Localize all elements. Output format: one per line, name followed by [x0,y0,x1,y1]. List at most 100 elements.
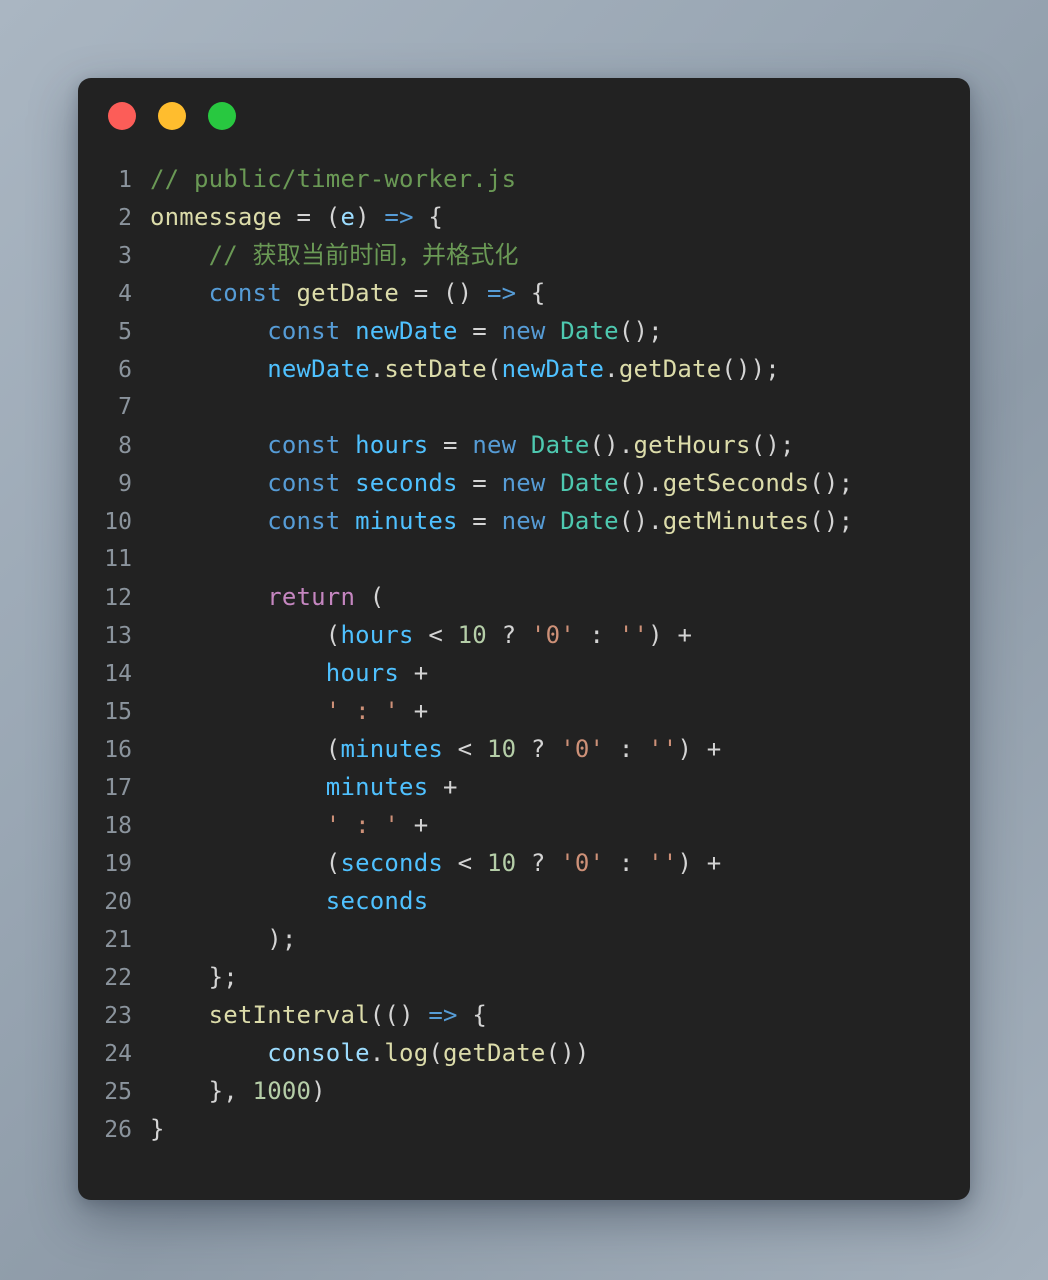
code-token-pln: : [604,735,649,763]
code-line-source: (seconds < 10 ? '0' : '') + [150,844,721,882]
code-token-pln: ? [516,735,561,763]
code-line-source: (hours < 10 ? '0' : '') + [150,616,692,654]
code-token-pln: (). [618,469,663,497]
code-line[interactable]: 11 [78,540,970,578]
code-token-pln: = [281,203,326,231]
code-line[interactable]: 18 ' : ' + [78,806,970,844]
code-line[interactable]: 23 setInterval(() => { [78,996,970,1034]
code-token-str: '0' [560,735,605,763]
code-token-pln: { [413,203,444,231]
code-token-str: '0' [530,621,575,649]
code-line-source: (minutes < 10 ? '0' : '') + [150,730,721,768]
close-button[interactable] [108,102,136,130]
code-line-source: const getDate = () => { [150,274,546,312]
code-token-com: // public/timer-worker.js [150,165,517,193]
code-line[interactable]: 26} [78,1110,970,1148]
code-token-var2: seconds [325,887,429,915]
code-line[interactable]: 9 const seconds = new Date().getSeconds(… [78,464,970,502]
code-line[interactable]: 25 }, 1000) [78,1072,970,1110]
code-line[interactable]: 22 }; [78,958,970,996]
code-token-pln: (); [750,431,795,459]
code-token-var2: newDate [267,355,370,383]
code-token-var2: seconds [355,469,458,497]
code-line[interactable]: 1 // public/timer-worker.js [78,160,970,198]
code-token-str: '' [648,735,678,763]
code-token-num: 10 [486,735,517,763]
code-line[interactable]: 16 (minutes < 10 ? '0' : '') + [78,730,970,768]
code-token-ctl: return [267,583,356,611]
code-line-source: // 获取当前时间，并格式化 [150,236,519,274]
code-token-var2: minutes [340,735,443,763]
code-token-fn: getMinutes [662,507,810,535]
line-number: 7 [118,394,132,420]
code-token-pln: ( [150,621,341,649]
minimize-button[interactable] [158,102,186,130]
code-line-source: // public/timer-worker.js [150,160,516,198]
code-token-pln [340,469,355,497]
code-line[interactable]: 8 const hours = new Date().getHours(); [78,426,970,464]
code-line[interactable]: 10 const minutes = new Date().getMinutes… [78,502,970,540]
code-token-type: Date [560,507,619,535]
code-token-fn: setInterval [208,1001,370,1029]
code-token-pln [150,279,209,307]
code-token-var2: minutes [355,507,458,535]
code-token-pln: (() [369,1001,429,1029]
code-token-fn: getDate [618,355,722,383]
code-token-pln: ) [355,203,385,231]
code-token-pln: } [150,1115,165,1143]
code-token-pln [340,431,355,459]
code-line[interactable]: 6 newDate.setDate(newDate.getDate()); [78,350,970,388]
code-token-pln: ( [150,735,341,763]
line-number: 9 [118,471,132,497]
code-line[interactable]: 4 const getDate = () => { [78,274,970,312]
code-token-pln: ( [428,1039,444,1067]
code-token-type: Date [560,469,619,497]
code-token-pln: (). [589,431,634,459]
code-line[interactable]: 5 const newDate = new Date(); [78,312,970,350]
line-number: 24 [104,1041,132,1067]
code-token-pln [150,431,267,459]
code-token-pln: : [574,621,619,649]
code-token-key: => [486,279,517,307]
code-line[interactable]: 24 console.log(getDate()) [78,1034,970,1072]
code-window: 1 // public/timer-worker.js 2 onmessage = (… [78,78,970,1200]
code-line[interactable]: 2 onmessage = (e) => { [78,198,970,236]
code-token-key: new [501,469,546,497]
line-number: 13 [104,623,132,649]
code-token-key: => [384,203,414,231]
code-token-fn: setDate [384,355,487,383]
code-token-str: '0' [560,849,605,877]
code-token-pln [150,469,267,497]
code-token-pln: ) + [677,735,722,763]
code-line[interactable]: 12 return ( [78,578,970,616]
code-line[interactable]: 19 (seconds < 10 ? '0' : '') + [78,844,970,882]
code-token-pln: ( [325,203,341,231]
line-number: 23 [104,1003,132,1029]
code-line[interactable]: 21 ); [78,920,970,958]
code-token-var2: seconds [340,849,443,877]
code-token-pln [546,317,561,345]
code-token-pln [150,507,267,535]
code-token-fn: getHours [633,431,751,459]
code-line-source: const minutes = new Date().getMinutes(); [150,502,853,540]
maximize-button[interactable] [208,102,236,130]
code-line[interactable]: 7 [78,388,970,426]
line-number: 21 [104,927,132,953]
code-token-key: => [428,1001,458,1029]
code-line[interactable]: 13 (hours < 10 ? '0' : '') + [78,616,970,654]
code-token-var2: minutes [325,773,429,801]
code-line-source: } [150,1110,165,1148]
code-token-pln [150,1039,267,1067]
code-editor[interactable]: 1 // public/timer-worker.js 2 onmessage = (… [78,154,970,1148]
code-line[interactable]: 15 ' : ' + [78,692,970,730]
code-token-var2: hours [340,621,414,649]
line-number: 16 [104,737,132,763]
code-line[interactable]: 20 seconds [78,882,970,920]
code-token-pln: : [604,849,649,877]
code-line[interactable]: 14 hours + [78,654,970,692]
code-line-source: ); [150,920,297,958]
code-line[interactable]: 3 // 获取当前时间，并格式化 [78,236,970,274]
code-line[interactable]: 17 minutes + [78,768,970,806]
code-line-source: console.log(getDate()) [150,1034,590,1072]
code-token-pln [150,811,326,839]
